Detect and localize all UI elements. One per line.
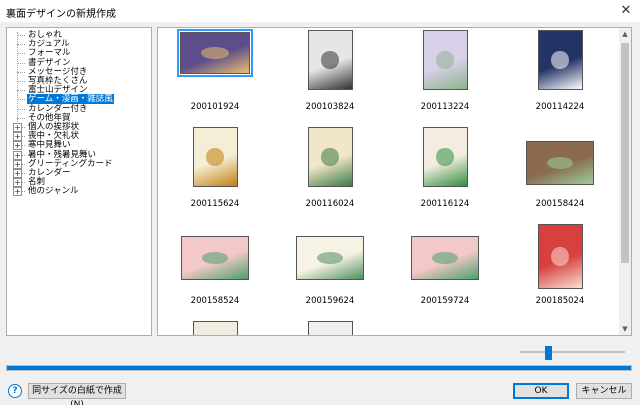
thumbnail-artwork [206,148,224,166]
tree-connector [17,81,25,82]
template-code: 200159724 [420,296,470,306]
template-card[interactable]: 200115624 [175,127,255,219]
template-card[interactable]: 200113224 [405,30,485,122]
template-thumbnail[interactable] [177,29,253,77]
thumbnail-artwork [201,251,229,265]
template-card[interactable] [175,321,255,335]
template-card[interactable]: 200158424 [520,127,600,219]
zoom-slider-track[interactable] [520,351,625,353]
template-card[interactable]: 200158524 [175,224,255,316]
window-title: 裏面デザインの新規作成 [6,9,116,20]
ok-button[interactable]: OK [513,383,569,399]
template-grid[interactable]: ▲ ▼ 200101924 200103824 200113224 200114224… [157,27,632,336]
template-thumbnail[interactable] [307,127,353,187]
template-thumbnail[interactable] [296,236,364,280]
scroll-down-icon[interactable]: ▼ [619,323,631,335]
template-thumbnail[interactable] [307,321,353,335]
tree-connector [17,117,25,119]
template-code: 200113224 [420,102,470,112]
template-thumbnail[interactable] [537,30,583,90]
template-code: 200115624 [190,199,240,209]
template-code: 200101924 [190,102,240,112]
progress-fill [7,366,631,370]
tree-connector [17,62,25,64]
thumbnail-artwork [436,51,454,69]
thumbnail-artwork [201,47,229,59]
template-card[interactable]: 200101924 [175,29,255,122]
thumbnail-artwork [551,247,569,266]
thumbnail-artwork [546,156,574,170]
tree-connector [17,108,25,110]
template-thumbnail[interactable] [181,236,249,280]
tree-connector [17,35,25,36]
thumbnail-artwork [321,148,339,166]
tree-item[interactable]: + 他のジャンル [7,186,147,197]
cancel-button[interactable]: キャンセル [576,383,632,399]
blank-create-button[interactable]: 同サイズの白紙で作成(N) [28,383,126,405]
template-thumbnail[interactable] [422,30,468,90]
template-card[interactable]: 200185024 [520,224,600,316]
template-card[interactable]: 200159624 [290,224,370,316]
thumbnail-artwork [551,51,569,69]
tree-connector [17,90,25,92]
thumbnail-artwork [431,251,459,265]
close-icon[interactable]: ✕ [618,3,634,19]
title-bar: 裏面デザインの新規作成 ✕ [0,0,640,22]
template-code: 200185024 [535,296,585,306]
category-tree[interactable]: おしゃれ カジュアル フォーマル 書デザイン メッセージ付き 写真枠たくさん 富士山デザイン… [6,27,152,336]
progress-bar [6,365,632,371]
template-card[interactable]: 200116024 [290,127,370,219]
template-card[interactable]: 200116124 [405,127,485,219]
template-thumbnail[interactable] [307,30,353,90]
template-thumbnail[interactable] [422,127,468,187]
template-code: 200116124 [420,199,470,209]
tree-item-label: 他のジャンル [28,186,79,197]
thumbnail-artwork [316,251,344,265]
zoom-slider-knob[interactable] [544,346,552,360]
tree-connector [17,53,25,55]
template-card[interactable] [290,321,370,335]
tree-connector [17,44,25,46]
template-card[interactable]: 200159724 [405,224,485,316]
template-thumbnail[interactable] [526,141,594,185]
template-code: 200158424 [535,199,585,209]
template-code: 200116024 [305,199,355,209]
template-thumbnail[interactable] [411,236,479,280]
template-card[interactable]: 200103824 [290,30,370,122]
grid-scrollbar[interactable]: ▲ ▼ [619,28,631,335]
zoom-slider[interactable] [520,346,625,360]
thumbnail-artwork [436,148,454,166]
expand-icon[interactable]: + [13,187,22,197]
template-thumbnail[interactable] [192,321,238,335]
scrollbar-thumb[interactable] [621,43,629,263]
template-thumbnail[interactable] [537,224,583,289]
template-code: 200103824 [305,102,355,112]
template-code: 200158524 [190,296,240,306]
tree-connector [17,71,25,73]
scroll-up-icon[interactable]: ▲ [619,28,631,40]
template-card[interactable]: 200114224 [520,30,600,122]
thumbnail-artwork [321,51,339,69]
tree-connector [17,99,25,101]
template-thumbnail[interactable] [192,127,238,187]
help-icon[interactable]: ? [8,384,22,398]
template-code: 200159624 [305,296,355,306]
template-code: 200114224 [535,102,585,112]
